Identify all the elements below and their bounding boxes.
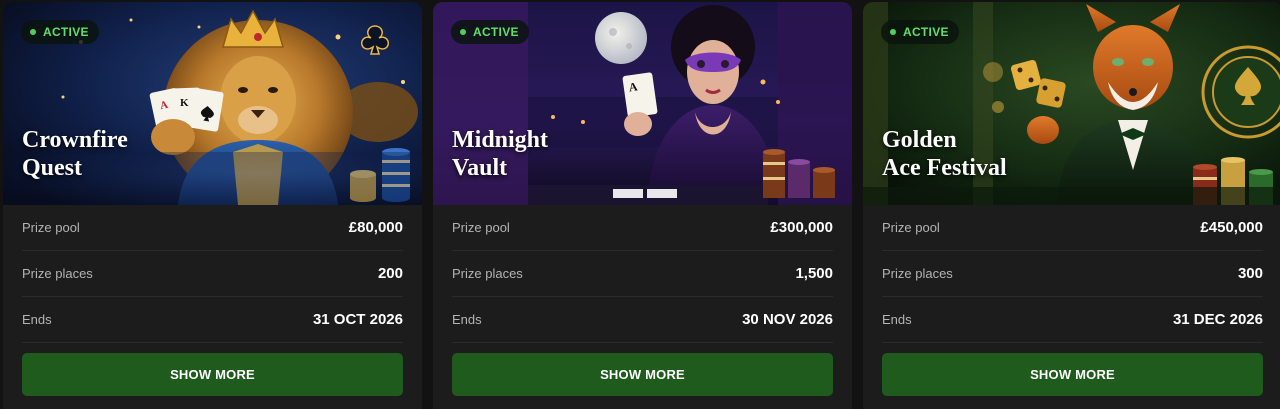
tournament-cards: A K ACTIVE Crownfire Quest Prize pool £8… bbox=[0, 0, 1280, 409]
svg-text:K: K bbox=[180, 97, 189, 109]
card-banner[interactable]: ACTIVE Golden Ace Festival bbox=[863, 2, 1280, 205]
prize-pool-value: £450,000 bbox=[1200, 219, 1263, 236]
prize-places-value: 200 bbox=[377, 265, 403, 282]
prize-places-label: Prize places bbox=[22, 266, 93, 281]
tournament-title-line1: Crownfire bbox=[22, 127, 128, 153]
ends-row: Ends 30 NOV 2026 bbox=[452, 297, 833, 343]
card-banner[interactable]: A ACTIVE Midnight Vault bbox=[433, 2, 852, 205]
tournament-card-crownfire: A K ACTIVE Crownfire Quest Prize pool £8… bbox=[3, 2, 422, 409]
prize-pool-label: Prize pool bbox=[882, 220, 940, 235]
prize-places-row: Prize places 200 bbox=[22, 251, 403, 297]
prize-places-value: 1,500 bbox=[795, 265, 833, 282]
prize-pool-label: Prize pool bbox=[22, 220, 80, 235]
status-dot-icon bbox=[890, 29, 896, 35]
tournament-title-line2: Quest bbox=[22, 155, 82, 181]
prize-pool-value: £300,000 bbox=[770, 219, 833, 236]
status-badge-label: ACTIVE bbox=[473, 25, 519, 39]
tournament-title-line1: Midnight bbox=[452, 127, 549, 153]
status-badge: ACTIVE bbox=[21, 20, 99, 44]
tournament-card-golden-ace: ACTIVE Golden Ace Festival Prize pool £4… bbox=[863, 2, 1280, 409]
status-badge-label: ACTIVE bbox=[903, 25, 949, 39]
tournament-title: Crownfire Quest bbox=[22, 126, 262, 182]
tournament-title-line2: Vault bbox=[452, 155, 508, 181]
ends-value: 30 NOV 2026 bbox=[742, 311, 833, 328]
prize-places-row: Prize places 1,500 bbox=[452, 251, 833, 297]
tournament-title-line2: Ace Festival bbox=[882, 155, 1007, 181]
tournament-title: Golden Ace Festival bbox=[882, 126, 1122, 182]
prize-pool-label: Prize pool bbox=[452, 220, 510, 235]
prize-places-row: Prize places 300 bbox=[882, 251, 1263, 297]
prize-places-value: 300 bbox=[1237, 265, 1263, 282]
card-details: Prize pool £80,000 Prize places 200 Ends… bbox=[3, 205, 422, 343]
ends-row: Ends 31 OCT 2026 bbox=[22, 297, 403, 343]
tournament-title: Midnight Vault bbox=[452, 126, 692, 182]
prize-pool-row: Prize pool £300,000 bbox=[452, 205, 833, 251]
status-badge: ACTIVE bbox=[881, 20, 959, 44]
tournament-card-midnight: A ACTIVE Midnight Vault Prize pool £300,… bbox=[433, 2, 852, 409]
prize-pool-row: Prize pool £80,000 bbox=[22, 205, 403, 251]
status-dot-icon bbox=[460, 29, 466, 35]
card-banner[interactable]: A K ACTIVE Crownfire Quest bbox=[3, 2, 422, 205]
show-more-button[interactable]: SHOW MORE bbox=[22, 353, 403, 396]
status-dot-icon bbox=[30, 29, 36, 35]
card-details: Prize pool £300,000 Prize places 1,500 E… bbox=[433, 205, 852, 343]
prize-places-label: Prize places bbox=[452, 266, 523, 281]
ends-value: 31 OCT 2026 bbox=[312, 311, 403, 328]
ends-row: Ends 31 DEC 2026 bbox=[882, 297, 1263, 343]
prize-pool-row: Prize pool £450,000 bbox=[882, 205, 1263, 251]
ends-label: Ends bbox=[452, 312, 482, 327]
ends-label: Ends bbox=[882, 312, 912, 327]
status-badge: ACTIVE bbox=[451, 20, 529, 44]
ends-value: 31 DEC 2026 bbox=[1172, 311, 1263, 328]
prize-places-label: Prize places bbox=[882, 266, 953, 281]
ends-label: Ends bbox=[22, 312, 52, 327]
status-badge-label: ACTIVE bbox=[43, 25, 89, 39]
show-more-button[interactable]: SHOW MORE bbox=[882, 353, 1263, 396]
card-details: Prize pool £450,000 Prize places 300 End… bbox=[863, 205, 1280, 343]
tournament-title-line1: Golden bbox=[882, 127, 957, 153]
show-more-button[interactable]: SHOW MORE bbox=[452, 353, 833, 396]
prize-pool-value: £80,000 bbox=[348, 219, 403, 236]
